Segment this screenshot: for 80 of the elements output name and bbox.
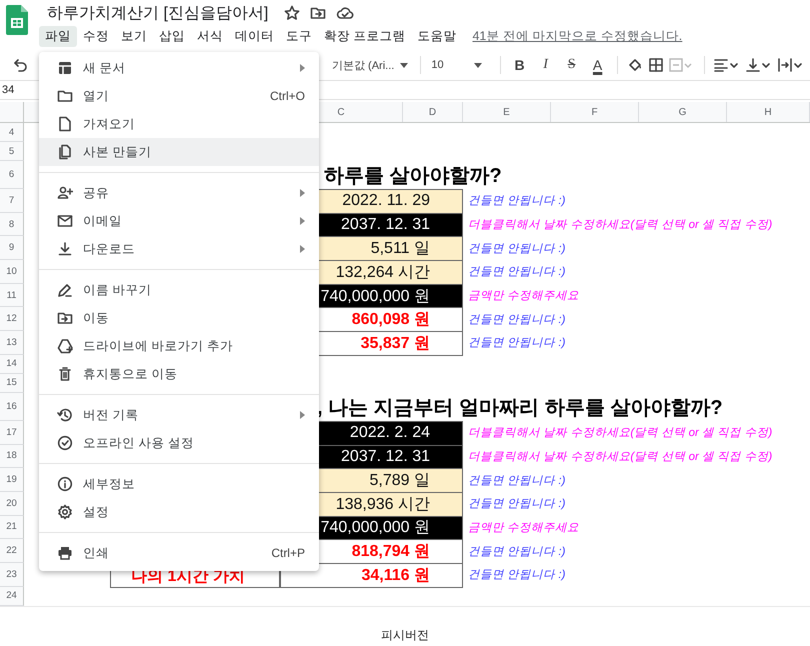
text-wrap-icon[interactable]: [778, 58, 804, 72]
note-text: 건들면 안됩니다 :): [468, 312, 566, 327]
note-text: 건들면 안됩니다 :): [468, 265, 566, 280]
font-size-dropdown[interactable]: 10: [427, 56, 486, 74]
menu-item[interactable]: 삽입: [153, 26, 191, 46]
name-box[interactable]: 34: [2, 84, 14, 96]
column-header[interactable]: G: [678, 106, 686, 118]
menu-item[interactable]: 새 문서: [39, 54, 319, 82]
note-text: 건들면 안됩니다 :): [468, 242, 566, 256]
strikethrough-button[interactable]: S: [560, 54, 583, 76]
copy-icon: [57, 144, 73, 160]
menu-item[interactable]: 보기: [115, 26, 153, 46]
note-text: 건들면 안됩니다 :): [468, 544, 566, 559]
person-add-icon: [57, 185, 73, 201]
history-icon: [57, 407, 73, 423]
row-number[interactable]: 6: [8, 169, 14, 180]
note-text: 더블클릭해서 날짜 수정하세요(달력 선택 or 셀 직접 수정): [468, 426, 772, 440]
trash-icon: [57, 366, 73, 382]
column-header[interactable]: E: [503, 106, 510, 118]
row-number[interactable]: 5: [8, 146, 14, 156]
fill-color-icon[interactable]: [626, 57, 643, 73]
document-icon: [57, 116, 73, 132]
note-text: 금액만 수정해주세요: [468, 520, 580, 535]
column-header[interactable]: C: [337, 106, 345, 118]
column-header[interactable]: H: [764, 106, 772, 118]
note-text: 건들면 안됩니다 :): [468, 194, 566, 208]
caret-icon: [400, 62, 408, 68]
menu-item[interactable]: 확장 프로그램: [318, 26, 412, 46]
cloud-icon[interactable]: [336, 5, 354, 21]
folder-icon: [57, 88, 73, 104]
bold-button[interactable]: B: [508, 54, 531, 76]
info-icon: [57, 476, 73, 492]
note-text: 건들면 안됩니다 :): [468, 568, 566, 582]
footer-text: 피시버전: [381, 627, 429, 644]
menu-item[interactable]: 휴지통으로 이동: [39, 360, 319, 388]
pencil-icon: [57, 282, 73, 298]
menu-item[interactable]: 서식: [191, 26, 229, 46]
row-number[interactable]: 4: [8, 126, 14, 138]
borders-icon[interactable]: [648, 58, 663, 72]
column-header[interactable]: F: [591, 106, 598, 118]
menu-item[interactable]: 도움말: [411, 26, 462, 46]
column-header[interactable]: D: [428, 106, 436, 118]
settings-icon: [57, 504, 73, 520]
row-number[interactable]: 7: [8, 194, 14, 206]
menu-item[interactable]: 수정: [77, 26, 115, 46]
menu-item[interactable]: 열기 Ctrl+O: [39, 82, 319, 110]
sheet-heading: 하루를 살아야할까?: [323, 164, 503, 189]
note-text: 더블클릭해서 날짜 수정하세요(달력 선택 or 셀 직접 수정): [468, 218, 772, 232]
printer-icon: [57, 545, 73, 561]
undo-icon[interactable]: [12, 57, 28, 73]
note-text: 더블클릭해서 날짜 수정하세요(달력 선택 or 셀 직접 수정): [468, 450, 772, 464]
menu-item[interactable]: 데이터: [229, 26, 280, 46]
menu-item[interactable]: 파일: [39, 26, 77, 46]
row-number[interactable]: 8: [8, 218, 14, 230]
download-icon: [57, 241, 73, 257]
note-text: 건들면 안됩니다 :): [468, 336, 566, 350]
note-text: 금액만 수정해주세요: [468, 289, 580, 304]
italic-button[interactable]: I: [534, 54, 557, 76]
menu-item[interactable]: 도구: [280, 26, 318, 46]
row-number[interactable]: 11: [6, 290, 16, 301]
document-title[interactable]: 하루가치계산기 [진심을담아서]: [47, 2, 268, 24]
note-text: 건들면 안됩니다 :): [468, 497, 566, 512]
menu-item[interactable]: 가져오기: [39, 110, 319, 138]
folder-icon[interactable]: [310, 5, 326, 21]
menu-item[interactable]: 사본 만들기: [39, 138, 319, 166]
vertical-align-icon[interactable]: [746, 58, 772, 72]
row-number[interactable]: 16: [6, 400, 17, 412]
star-icon[interactable]: [284, 5, 300, 21]
caret-icon: [474, 62, 482, 68]
check-circle-icon: [57, 435, 73, 451]
align-left-icon[interactable]: [714, 58, 740, 72]
folder-icon: [57, 310, 73, 326]
envelope-icon: [57, 213, 73, 229]
new-sheet-icon: [57, 60, 73, 76]
last-edit-link[interactable]: 41분 전에 마지막으로 수정했습니다.: [472, 28, 682, 44]
font-dropdown[interactable]: 기본값 (Ari...: [328, 54, 412, 76]
row-number[interactable]: 9: [8, 242, 14, 254]
text-color-button[interactable]: A: [586, 54, 609, 76]
sheets-logo-icon: [6, 5, 28, 35]
note-text: 건들면 안됩니다 :): [468, 474, 566, 488]
